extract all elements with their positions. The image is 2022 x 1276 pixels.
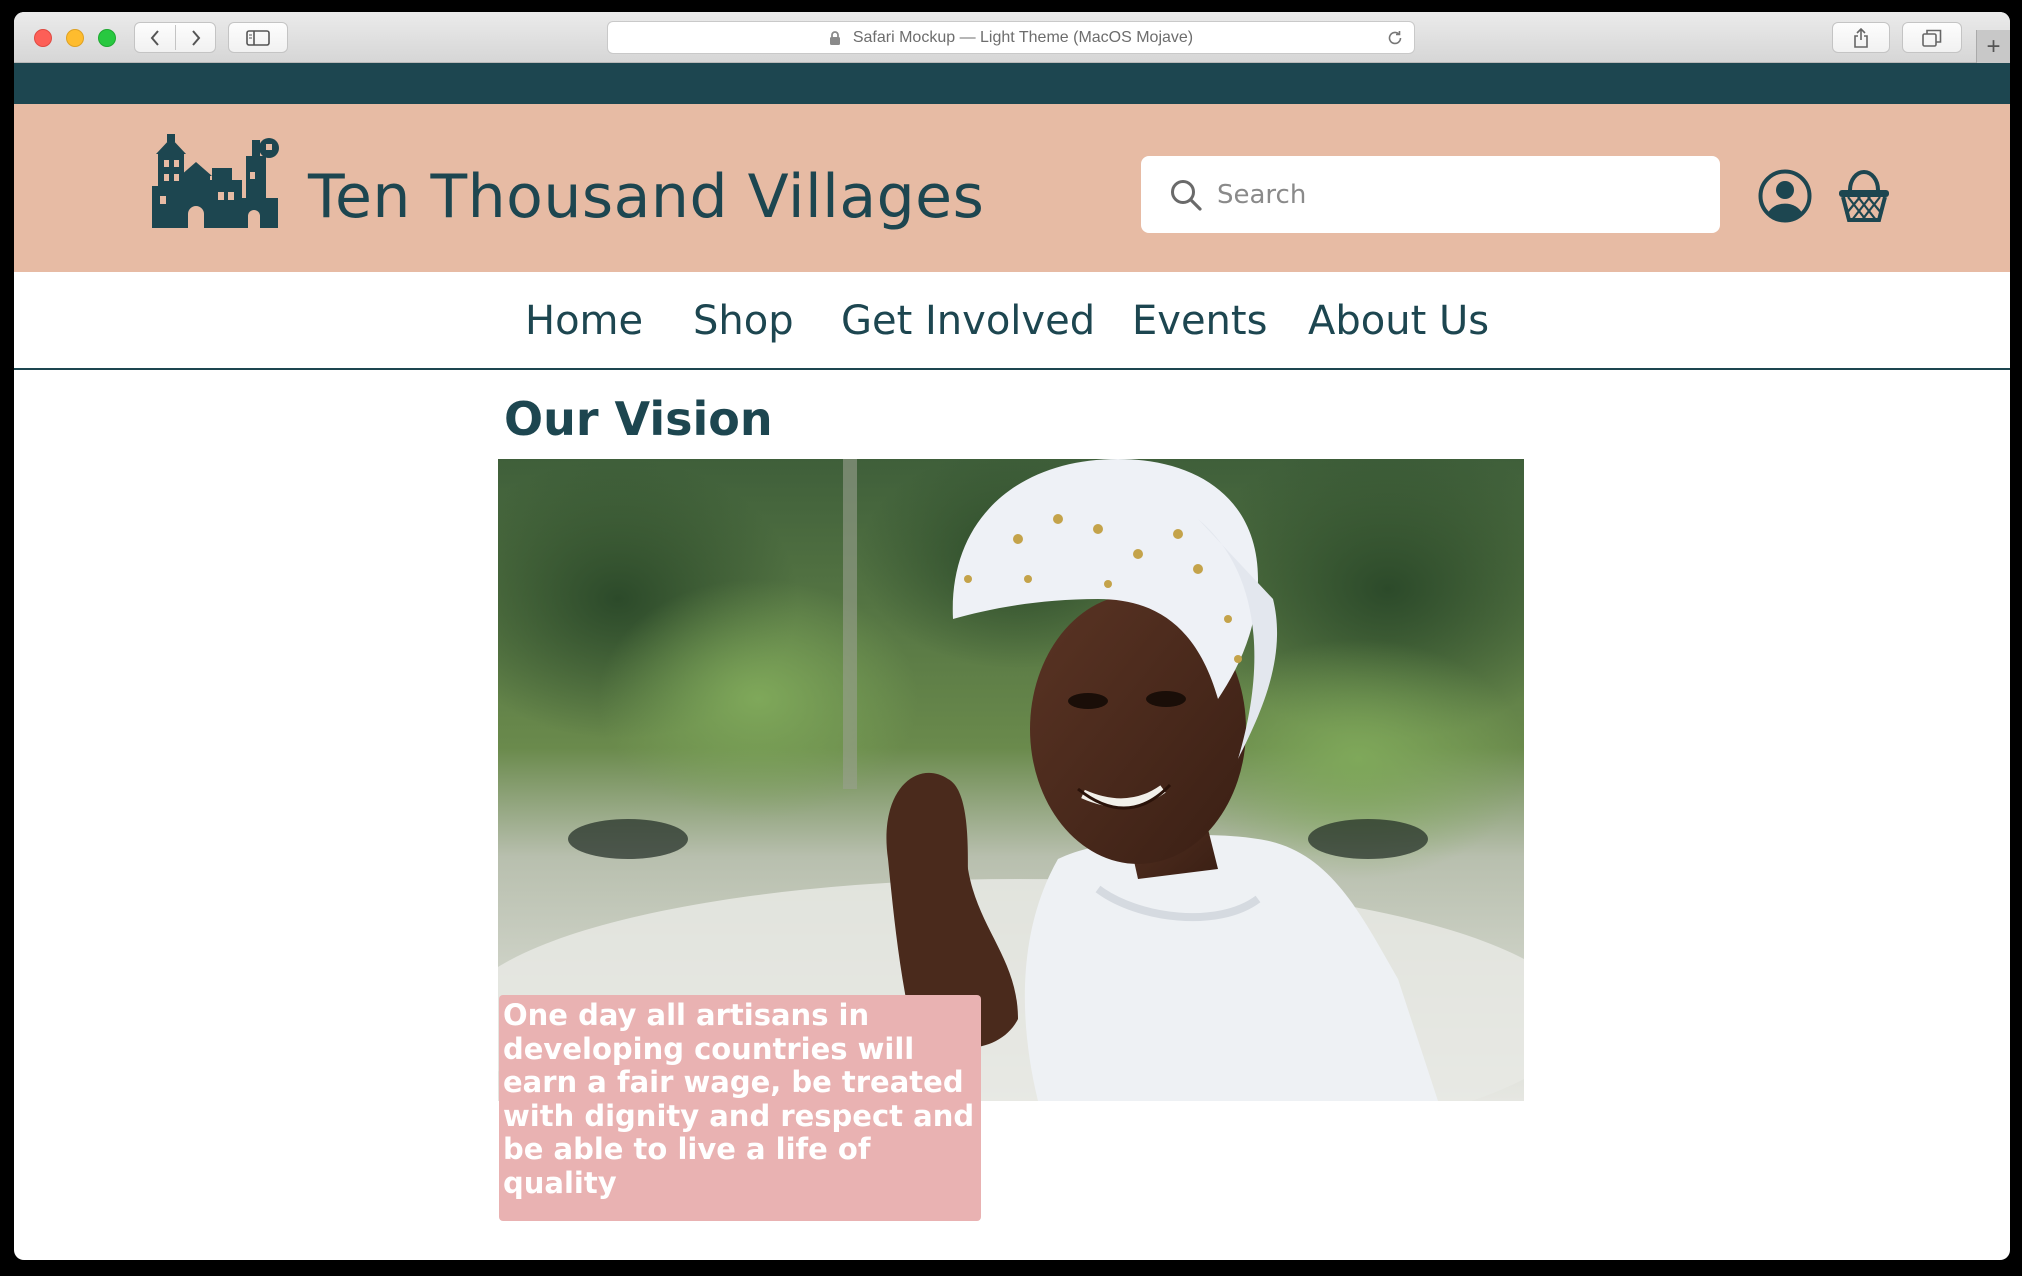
site-title[interactable]: Ten Thousand Villages <box>308 162 984 232</box>
history-nav-group <box>134 22 216 53</box>
search-icon[interactable] <box>1169 178 1203 212</box>
maximize-window-button[interactable] <box>98 29 116 47</box>
main-nav: Home Shop Get Involved Events About Us <box>14 272 2010 370</box>
show-tabs-button[interactable] <box>1902 22 1962 53</box>
forward-icon <box>192 29 201 46</box>
sidebar-icon <box>246 29 270 46</box>
nav-item-events[interactable]: Events <box>1132 298 1267 344</box>
browser-window: Safari Mockup — Light Theme (MacOS Mojav… <box>14 12 2010 1260</box>
back-button[interactable] <box>135 23 175 52</box>
close-window-button[interactable] <box>34 29 52 47</box>
lock-icon <box>829 30 841 45</box>
vision-caption: One day all artisans in developing count… <box>499 995 981 1221</box>
address-text: Safari Mockup — Light Theme (MacOS Mojav… <box>852 28 1194 46</box>
share-button[interactable] <box>1832 22 1890 53</box>
new-tab-button[interactable]: + <box>1976 30 2010 63</box>
forward-button[interactable] <box>176 23 216 52</box>
share-icon <box>1854 27 1868 48</box>
top-strip <box>14 63 2010 104</box>
search-input[interactable] <box>1217 179 1697 210</box>
plus-icon: + <box>1986 32 2001 60</box>
nav-item-shop[interactable]: Shop <box>693 298 794 344</box>
sidebar-toggle-button[interactable] <box>228 22 288 53</box>
browser-titlebar: Safari Mockup — Light Theme (MacOS Mojav… <box>14 12 2010 63</box>
address-bar[interactable]: Safari Mockup — Light Theme (MacOS Mojav… <box>607 21 1415 54</box>
nav-item-home[interactable]: Home <box>525 298 643 344</box>
nav-item-about-us[interactable]: About Us <box>1308 298 1489 344</box>
nav-item-get-involved[interactable]: Get Involved <box>841 298 1095 344</box>
reload-icon[interactable] <box>1386 29 1404 52</box>
tabs-icon <box>1922 29 1942 47</box>
page-title: Our Vision <box>504 392 773 446</box>
minimize-window-button[interactable] <box>66 29 84 47</box>
search-box[interactable] <box>1141 156 1720 233</box>
site-header: Ten Thousand Villages <box>14 104 2010 272</box>
account-icon[interactable] <box>1758 169 1812 228</box>
basket-icon[interactable] <box>1836 166 1892 231</box>
back-icon <box>150 29 159 46</box>
village-logo-icon[interactable] <box>152 134 282 235</box>
